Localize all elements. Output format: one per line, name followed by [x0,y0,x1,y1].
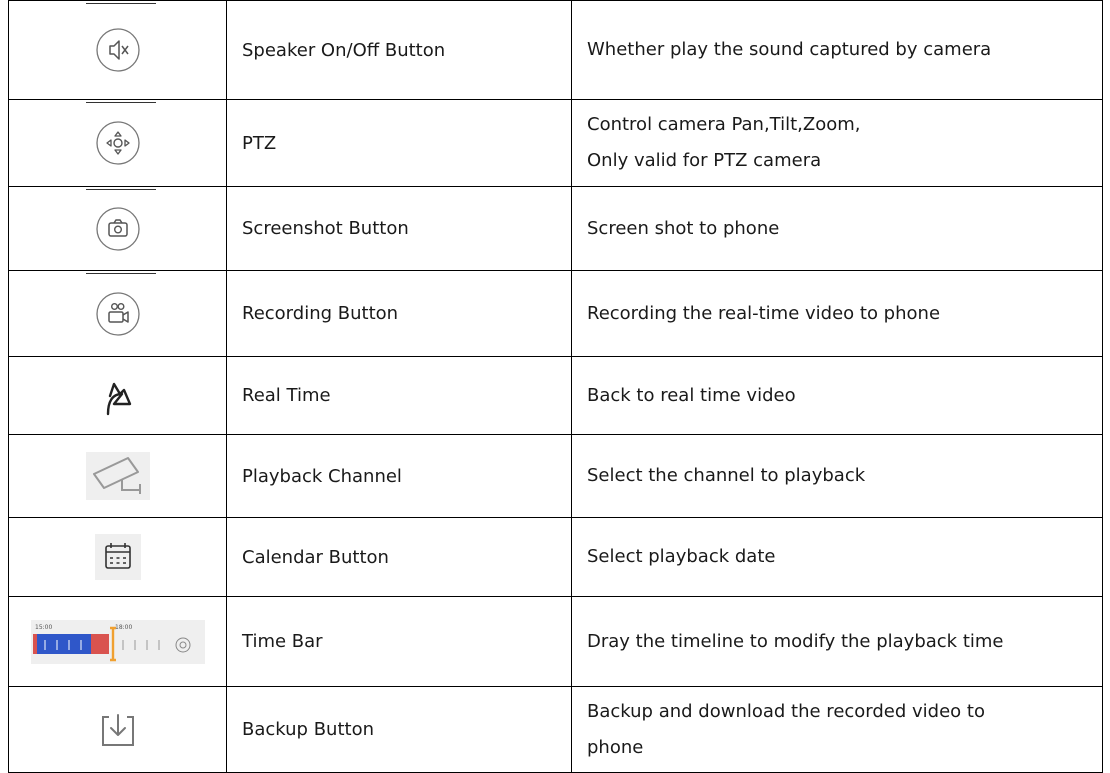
time-bar-icon: 15:00 18:00 [30,619,205,664]
icon-cell [8,356,227,435]
desc-line: Backup and download the recorded video t… [587,700,985,722]
timebar-label-left: 15:00 [35,624,52,631]
control-desc: Back to real time video [571,356,1103,435]
desc-line: Dray the timeline to modify the playback… [587,630,1004,652]
control-name: Screenshot Button [226,186,572,271]
icon-cell [8,99,227,187]
desc-line: Back to real time video [587,384,796,406]
icon-cell: 15:00 18:00 [8,596,227,687]
icon-cell [8,686,227,773]
table-row: Real Time Back to real time video [8,356,1103,435]
control-name: Calendar Button [226,517,572,597]
control-name: Speaker On/Off Button [226,0,572,100]
desc-line: Screen shot to phone [587,217,780,239]
control-name: Backup Button [226,686,572,773]
table-row: Calendar Button Select playback date [8,517,1103,597]
video-record-icon [95,291,141,337]
control-name: Real Time [226,356,572,435]
download-tray-icon [95,707,141,753]
icon-cell [8,434,227,518]
return-arrow-icon [100,376,136,416]
desc-line: Select playback date [587,546,776,567]
table-row: Playback Channel Select the channel to p… [8,434,1103,518]
control-name: PTZ [226,99,572,187]
speaker-mute-icon [95,27,141,73]
desc-line: Whether play the sound captured by camer… [587,39,992,60]
table-row: Screenshot Button Screen shot to phone [8,186,1103,271]
divider [86,3,156,4]
control-desc: Control camera Pan,Tilt,Zoom, Only valid… [571,99,1103,187]
desc-line: phone [587,736,644,758]
control-name: Time Bar [226,596,572,687]
icon-cell [8,270,227,357]
table-row: 15:00 18:00 Time Bar Dray the timeline t… [8,596,1103,687]
divider [86,273,156,274]
divider [86,189,156,190]
timebar-label-right: 18:00 [115,624,132,631]
cctv-camera-icon [85,452,150,500]
control-name: Recording Button [226,270,572,357]
control-desc: Whether play the sound captured by camer… [571,0,1103,100]
control-name: Playback Channel [226,434,572,518]
table-row: Backup Button Backup and download the re… [8,686,1103,773]
control-desc: Select the channel to playback [571,434,1103,518]
icon-cell [8,0,227,100]
divider [86,102,156,103]
icon-cell [8,517,227,597]
ptz-icon [95,120,141,166]
table-row: Recording Button Recording the real-time… [8,270,1103,357]
control-desc: Screen shot to phone [571,186,1103,271]
calendar-icon [94,534,141,580]
control-desc: Recording the real-time video to phone [571,270,1103,357]
icon-cell [8,186,227,271]
control-desc: Backup and download the recorded video t… [571,686,1103,773]
control-desc: Dray the timeline to modify the playback… [571,596,1103,687]
camera-icon [95,206,141,252]
control-desc: Select playback date [571,517,1103,597]
desc-line: Recording the real-time video to phone [587,302,941,324]
controls-table: Speaker On/Off Button Whether play the s… [8,0,1103,773]
table-row: Speaker On/Off Button Whether play the s… [8,0,1103,100]
desc-line: Select the channel to playback [587,465,866,486]
desc-line: Control camera Pan,Tilt,Zoom, [587,114,861,135]
table-row: PTZ Control camera Pan,Tilt,Zoom, Only v… [8,99,1103,187]
desc-line: Only valid for PTZ camera [587,150,822,171]
